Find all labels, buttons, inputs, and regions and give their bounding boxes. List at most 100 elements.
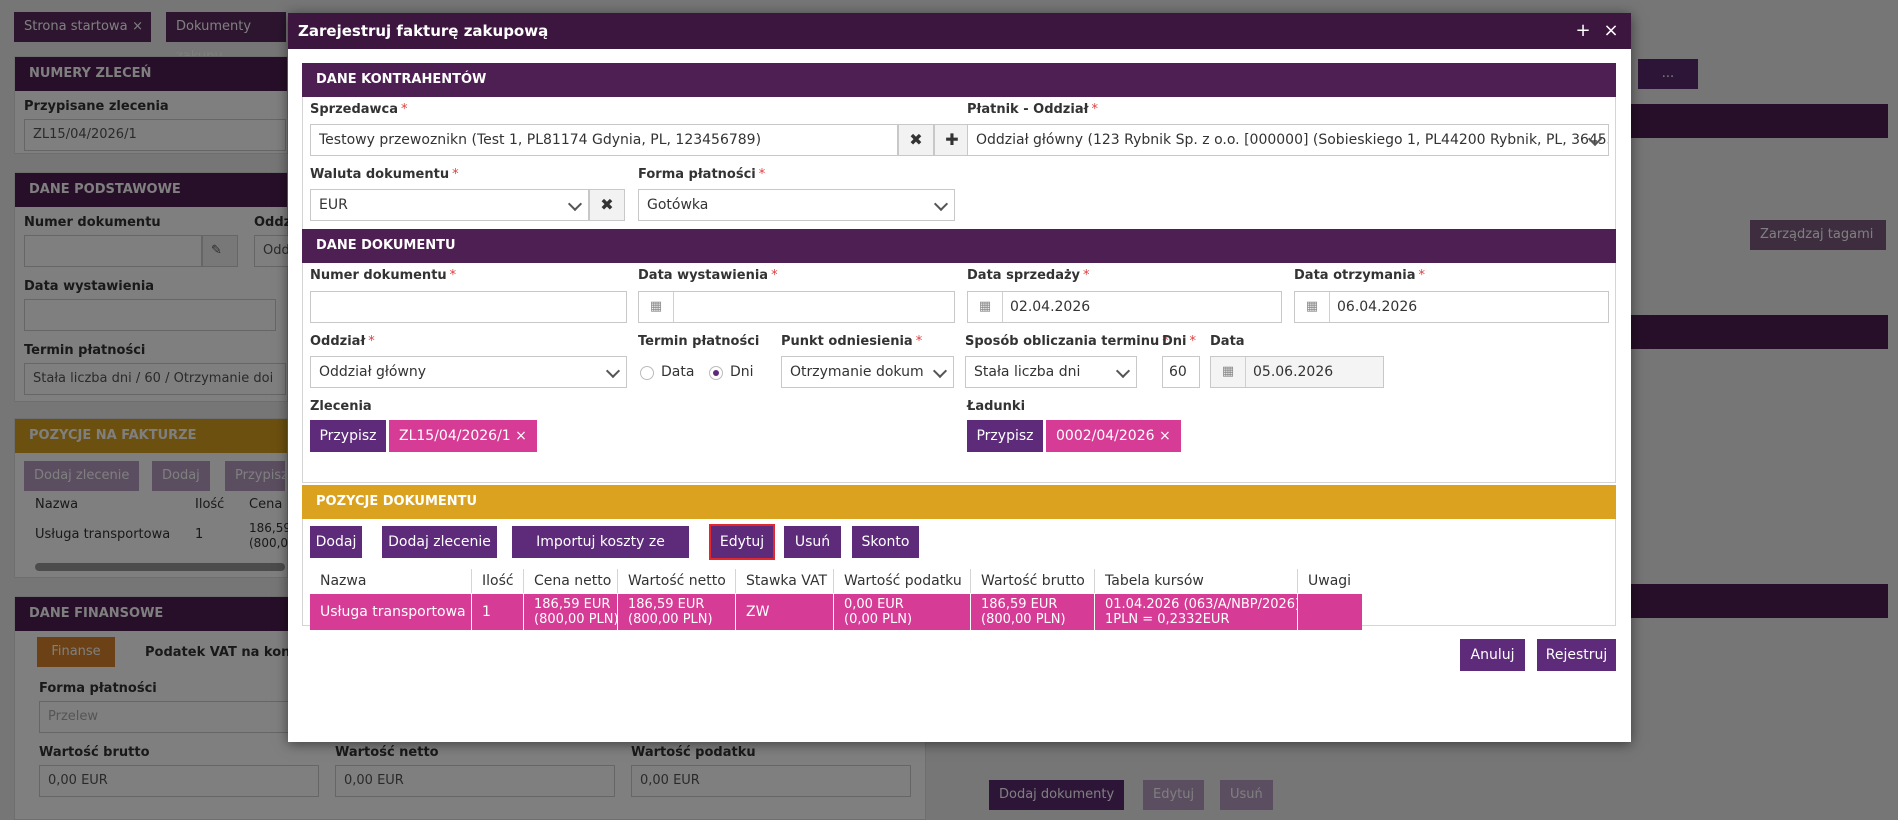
col-nazwa: Nazwa <box>310 569 472 593</box>
radio-dni-label: Dni <box>730 364 754 380</box>
platnik-value: Oddział główny (123 Rybnik Sp. z o.o. [0… <box>976 132 1609 148</box>
radio-data-label: Data <box>661 364 695 380</box>
cell-uwagi <box>1298 594 1362 630</box>
section-dane-kontrahentow: DANE KONTRAHENTÓW <box>302 63 1616 97</box>
label-data-sprzedazy: Data sprzedaży * <box>967 268 1090 283</box>
label-numer-dokumentu: Numer dokumentu * <box>310 268 457 283</box>
sposob-value: Stała liczba dni <box>974 364 1081 380</box>
punkt-odniesienia-select[interactable]: Otrzymanie dokum <box>781 356 954 388</box>
punkt-value: Otrzymanie dokum <box>790 364 924 380</box>
forma-platnosci-select[interactable]: Gotówka <box>638 189 955 221</box>
close-icon[interactable]: × <box>1600 13 1622 49</box>
cell-cena-netto: 186,59 EUR (800,00 PLN) <box>524 594 619 630</box>
zlecenie-tag[interactable]: ZL15/04/2026/1 × <box>389 420 537 452</box>
dni-input[interactable]: 60 <box>1162 356 1200 388</box>
cell-ilosc: 1 <box>472 594 524 630</box>
ladunki-przypisz-button[interactable]: Przypisz <box>967 420 1043 452</box>
cell-nazwa: Usługa transportowa <box>310 594 472 630</box>
chevron-down-icon <box>605 363 621 379</box>
label-waluta: Waluta dokumentu * <box>310 167 459 182</box>
tabela-kursow-date: 01.04.2026 (063/A/NBP/2026) <box>1105 597 1301 612</box>
waluta-value: EUR <box>319 197 348 213</box>
dialog-header: Zarejestruj fakturę zakupową + × <box>288 13 1631 49</box>
cell-stawka-vat: ZW <box>736 594 834 630</box>
label-sposob-obliczania: Sposób obliczania terminu * <box>965 334 1169 349</box>
pozycje-usun-button[interactable]: Usuń <box>784 526 841 558</box>
clear-icon: ✖ <box>909 130 923 149</box>
label-punkt-odniesienia: Punkt odniesienia * <box>781 334 923 349</box>
calendar-icon[interactable]: ▦ <box>968 292 1003 322</box>
col-wartosc-podatku: Wartość podatku <box>834 569 971 593</box>
col-uwagi: Uwagi <box>1308 573 1352 589</box>
cena-netto-pln: (800,00 PLN) <box>534 612 619 627</box>
sposob-obliczania-select[interactable]: Stała liczba dni <box>965 356 1137 388</box>
label-ladunki: Ładunki <box>967 399 1026 414</box>
cell-wartosc-podatku: 0,00 EUR (0,00 PLN) <box>834 594 971 630</box>
radio-data[interactable] <box>640 366 654 380</box>
cell-wartosc-netto: 186,59 EUR (800,00 PLN) <box>618 594 736 630</box>
forma-value: Gotówka <box>647 197 709 213</box>
section-dane-dokumentu: DANE DOKUMENTU <box>302 229 1616 263</box>
calendar-icon[interactable]: ▦ <box>639 292 674 322</box>
cena-netto-eur: 186,59 EUR <box>534 597 611 612</box>
table-header: Nazwa Ilość Cena netto Wartość netto Sta… <box>310 569 1590 593</box>
data-terminu-input: ▦ 05.06.2026 <box>1210 356 1384 388</box>
label-dni: Dni * <box>1162 334 1197 349</box>
col-wartosc-netto: Wartość netto <box>618 569 736 593</box>
tabela-kursow-rate: 1PLN = 0,2332EUR <box>1105 612 1230 627</box>
oddzial-select[interactable]: Oddział główny <box>310 356 627 388</box>
col-stawka-vat: Stawka VAT <box>736 569 834 593</box>
data-otrzymania-input[interactable]: ▦ 06.04.2026 <box>1294 291 1609 323</box>
anuluj-button[interactable]: Anuluj <box>1460 639 1525 671</box>
wartosc-brutto-pln: (800,00 PLN) <box>981 612 1066 627</box>
pozycje-dodaj-button[interactable]: Dodaj <box>310 526 362 558</box>
waluta-clear-button[interactable]: ✖ <box>589 189 625 221</box>
table-row[interactable]: Usługa transportowa 1 186,59 EUR (800,00 … <box>310 594 1364 630</box>
chevron-down-icon <box>1115 363 1131 379</box>
sprzedawca-clear-button[interactable]: ✖ <box>898 124 934 156</box>
label-platnik: Płatnik - Oddział * <box>967 102 1098 117</box>
label-oddzial: Oddział * <box>310 334 375 349</box>
label-sprzedawca: Sprzedawca * <box>310 102 408 117</box>
cell-tabela-kursow: 01.04.2026 (063/A/NBP/2026) 1PLN = 0,2332… <box>1095 594 1301 630</box>
calendar-icon[interactable]: ▦ <box>1211 357 1246 387</box>
importuj-koszty-button[interactable]: Importuj koszty ze zleceń <box>512 526 689 582</box>
label-forma-platnosci: Forma płatności * <box>638 167 766 182</box>
waluta-select[interactable]: EUR <box>310 189 589 221</box>
skonto-button[interactable]: Skonto <box>852 526 919 558</box>
label-termin-platnosci: Termin płatności <box>638 334 760 349</box>
platnik-select[interactable]: Oddział główny (123 Rybnik Sp. z o.o. [0… <box>967 124 1609 156</box>
data-sprzedazy-input[interactable]: ▦ 02.04.2026 <box>967 291 1282 323</box>
wartosc-netto-pln: (800,00 PLN) <box>628 612 713 627</box>
rejestruj-button[interactable]: Rejestruj <box>1537 639 1616 671</box>
pozycje-edytuj-button[interactable]: Edytuj <box>709 524 775 560</box>
pozycje-dodaj-zlecenie-button[interactable]: Dodaj zlecenie <box>382 526 497 558</box>
register-invoice-dialog: Zarejestruj fakturę zakupową + × DANE KO… <box>288 13 1631 742</box>
col-ilosc: Ilość <box>472 569 524 593</box>
numer-dokumentu-input[interactable] <box>310 291 627 323</box>
col-wartosc-brutto: Wartość brutto <box>971 569 1095 593</box>
label-data-wystawienia: Data wystawienia * <box>638 268 778 283</box>
wartosc-podatku-eur: 0,00 EUR <box>844 597 904 612</box>
cell-wartosc-brutto: 186,59 EUR (800,00 PLN) <box>971 594 1095 630</box>
chevron-down-icon <box>567 196 583 212</box>
oddzial-value: Oddział główny <box>319 364 427 380</box>
sprzedawca-add-button[interactable]: ✚ <box>934 124 970 156</box>
data-wystawienia-input[interactable]: ▦ <box>638 291 955 323</box>
data-sprzedazy-value: 02.04.2026 <box>1010 299 1091 315</box>
calendar-icon[interactable]: ▦ <box>1295 292 1330 322</box>
section-pozycje-dokumentu: POZYCJE DOKUMENTU <box>302 485 1616 519</box>
label-data-otrzymania: Data otrzymania * <box>1294 268 1425 283</box>
label-data: Data <box>1210 334 1245 349</box>
label-zlecenia: Zlecenia <box>310 399 372 414</box>
wartosc-brutto-eur: 186,59 EUR <box>981 597 1058 612</box>
ladunek-tag[interactable]: 0002/04/2026 × <box>1046 420 1181 452</box>
data-terminu-value: 05.06.2026 <box>1253 364 1334 380</box>
col-tabela-kursow: Tabela kursów <box>1095 569 1298 593</box>
clear-icon: ✖ <box>600 195 614 214</box>
maximize-icon[interactable]: + <box>1572 13 1594 49</box>
zlecenia-przypisz-button[interactable]: Przypisz <box>310 420 386 452</box>
sprzedawca-input[interactable]: Testowy przewoznikn (Test 1, PL81174 Gdy… <box>310 124 898 156</box>
radio-dni[interactable] <box>709 366 723 380</box>
chevron-down-icon <box>932 363 948 379</box>
